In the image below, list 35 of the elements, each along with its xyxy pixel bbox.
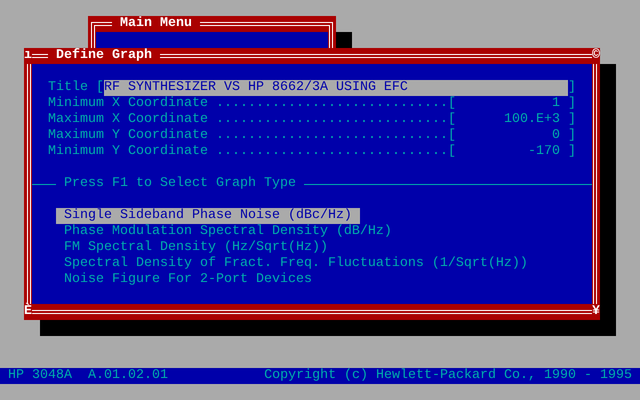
graph-type-option[interactable]: FM Spectral Density (Hz/Sqrt(Hz)): [56, 240, 336, 256]
bracket: [: [448, 128, 456, 144]
field-label: Minimum Y Coordinate: [48, 144, 209, 160]
corner-glyph: ı: [24, 48, 32, 64]
graph-type-option[interactable]: Single Sideband Phase Noise (dBc/Hz): [56, 208, 360, 224]
copyright-text: Copyright (c) Hewlett-Packard Co., 1990 - 1995: [264, 368, 632, 384]
window-title: Define Graph: [48, 48, 160, 64]
field-label: Maximum Y Coordinate: [48, 128, 209, 144]
leader-dots: .............................: [216, 112, 448, 128]
bracket: [: [448, 96, 456, 112]
bracket: ]: [568, 96, 576, 112]
bracket: [: [448, 112, 456, 128]
leader-dots: .............................: [216, 144, 448, 160]
field-label: Minimum X Coordinate: [48, 96, 209, 112]
field-label: Maximum X Coordinate: [48, 112, 209, 128]
leader-dots: .............................: [216, 96, 448, 112]
version-text: HP 3048A A.01.02.01: [8, 368, 168, 384]
graph-type-option[interactable]: Phase Modulation Spectral Density (dB/Hz): [56, 224, 400, 240]
graph-type-option[interactable]: Spectral Density of Fract. Freq. Fluctuations (1/Sqrt(Hz)): [56, 256, 536, 272]
coordinate-field[interactable]: 100.E+3: [456, 112, 568, 128]
bracket: ]: [568, 80, 576, 96]
coordinate-field[interactable]: 0: [456, 128, 568, 144]
title-field[interactable]: RF SYNTHESIZER VS HP 8662/3A USING EFC: [104, 80, 568, 96]
window-shadow: [336, 32, 352, 48]
leader-dots: .............................: [216, 128, 448, 144]
bracket: ]: [568, 112, 576, 128]
coordinate-field[interactable]: -170: [456, 144, 568, 160]
bracket: [: [448, 144, 456, 160]
bracket: ]: [568, 144, 576, 160]
coordinate-field[interactable]: 1: [456, 96, 568, 112]
field-label: Title [: [48, 80, 104, 96]
corner-glyph: ©: [592, 48, 600, 64]
bracket: ]: [568, 128, 576, 144]
graph-type-option[interactable]: Noise Figure For 2-Port Devices: [56, 272, 320, 288]
section-label: Press F1 to Select Graph Type: [63, 176, 297, 192]
